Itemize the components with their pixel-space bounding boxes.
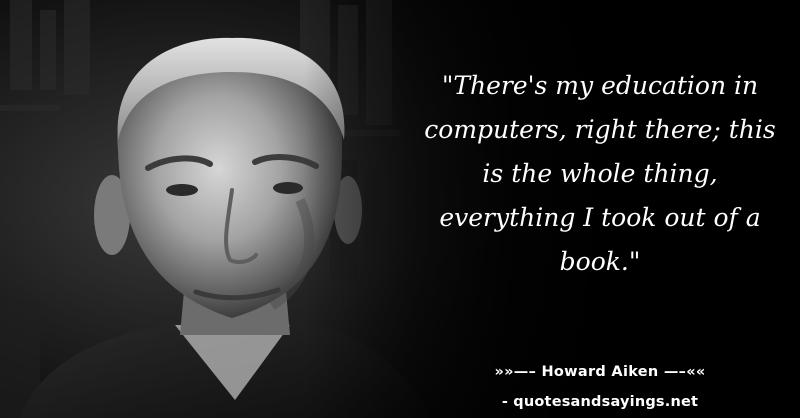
source-website: - quotesandsayings.net <box>501 394 699 410</box>
quote-text: "There's my education in computers, righ… <box>424 71 776 276</box>
quote-card: "There's my education in computers, righ… <box>0 0 800 418</box>
author-attribution: »»—– Howard Aiken —–«« <box>494 364 706 380</box>
